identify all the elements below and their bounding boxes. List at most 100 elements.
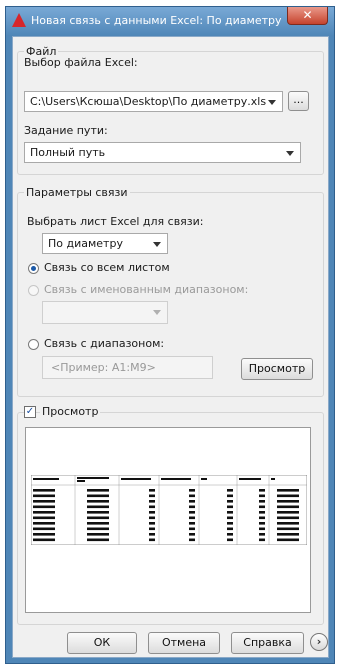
path-type-value: Полный путь bbox=[30, 146, 106, 159]
preview-cell bbox=[149, 500, 155, 503]
preview-cell bbox=[189, 511, 195, 514]
named-range-combo[interactable] bbox=[42, 301, 168, 324]
preview-cell bbox=[189, 500, 195, 503]
expand-arrow-icon[interactable]: › bbox=[310, 633, 328, 651]
preview-cell bbox=[33, 516, 55, 520]
range-preview-button[interactable]: Просмотр bbox=[241, 358, 313, 380]
preview-checkbox[interactable]: ✓ bbox=[24, 406, 36, 418]
preview-cell bbox=[259, 511, 265, 514]
preview-cell bbox=[227, 500, 233, 503]
preview-cell bbox=[277, 533, 299, 536]
preview-cell bbox=[189, 522, 195, 525]
preview-cell bbox=[227, 511, 233, 514]
file-path-value: C:\Users\Ксюша\Desktop\По диаметру.xls bbox=[30, 95, 267, 108]
window-title: Новая связь с данными Excel: По диаметру bbox=[31, 14, 282, 27]
preview-cell bbox=[259, 527, 265, 531]
preview-cell bbox=[227, 494, 233, 498]
preview-cell bbox=[33, 511, 55, 514]
preview-cell bbox=[149, 522, 155, 525]
preview-cell bbox=[189, 505, 195, 509]
preview-cell bbox=[277, 538, 299, 542]
sheet-combo[interactable]: По диаметру bbox=[42, 233, 168, 254]
preview-cell bbox=[87, 505, 109, 509]
link-params-legend: Параметры связи bbox=[24, 186, 130, 199]
preview-cell bbox=[227, 505, 233, 509]
preview-cell bbox=[189, 538, 195, 542]
preview-cell bbox=[149, 538, 155, 542]
range-input[interactable]: <Пример: A1:M9> bbox=[42, 356, 213, 379]
preview-cell bbox=[227, 538, 233, 542]
help-button[interactable]: Справка bbox=[231, 632, 304, 654]
close-button[interactable]: ✕ bbox=[287, 7, 328, 25]
preview-cell bbox=[189, 533, 195, 536]
preview-checkbox-label[interactable]: Просмотр bbox=[40, 405, 101, 418]
preview-cell bbox=[189, 494, 195, 498]
whole-sheet-label[interactable]: Связь со всем листом bbox=[44, 261, 170, 274]
preview-cell bbox=[149, 516, 155, 520]
preview-cell bbox=[227, 522, 233, 525]
dialog-window: Новая связь с данными Excel: По диаметру… bbox=[5, 6, 335, 664]
cancel-button[interactable]: Отмена bbox=[148, 632, 220, 654]
named-range-label[interactable]: Связь с именованным диапазоном: bbox=[44, 283, 248, 296]
preview-cell bbox=[259, 522, 265, 525]
preview-cell bbox=[227, 527, 233, 531]
preview-cell bbox=[259, 516, 265, 520]
preview-cell bbox=[33, 489, 55, 492]
preview-cell bbox=[149, 511, 155, 514]
preview-cell bbox=[87, 533, 109, 536]
preview-cell bbox=[87, 527, 109, 531]
ok-button[interactable]: ОК bbox=[67, 632, 137, 654]
autocad-app-icon bbox=[12, 13, 26, 27]
preview-cell bbox=[87, 494, 109, 498]
preview-cell bbox=[87, 522, 109, 525]
chevron-down-icon[interactable] bbox=[268, 100, 276, 105]
sheet-select-label: Выбрать лист Excel для связи: bbox=[27, 215, 204, 228]
range-placeholder: <Пример: A1:M9> bbox=[51, 361, 156, 374]
preview-cell bbox=[33, 522, 55, 525]
preview-cell bbox=[87, 538, 109, 542]
preview-cell bbox=[149, 533, 155, 536]
preview-cell bbox=[277, 494, 299, 498]
range-radio[interactable] bbox=[28, 339, 39, 350]
preview-cell bbox=[149, 505, 155, 509]
preview-cell bbox=[149, 527, 155, 531]
whole-sheet-radio[interactable] bbox=[28, 263, 39, 274]
preview-cell bbox=[33, 505, 55, 509]
preview-cell bbox=[87, 500, 109, 503]
preview-group: ✓ Просмотр bbox=[17, 405, 324, 625]
preview-cell bbox=[227, 489, 233, 492]
sheet-value: По диаметру bbox=[48, 237, 123, 250]
title-bar: Новая связь с данными Excel: По диаметру… bbox=[6, 7, 334, 36]
preview-cell bbox=[33, 527, 55, 531]
path-type-label: Задание пути: bbox=[24, 124, 108, 137]
file-path-combo[interactable]: C:\Users\Ксюша\Desktop\По диаметру.xls bbox=[24, 91, 283, 112]
preview-cell bbox=[189, 527, 195, 531]
preview-cell bbox=[33, 494, 55, 498]
file-group: Файл Выбор файла Excel: C:\Users\Ксюша\D… bbox=[17, 45, 324, 175]
preview-cell bbox=[33, 538, 55, 542]
preview-cell bbox=[277, 500, 299, 503]
path-type-combo[interactable]: Полный путь bbox=[24, 142, 301, 163]
dialog-client-area: Файл Выбор файла Excel: C:\Users\Ксюша\D… bbox=[12, 36, 329, 658]
named-range-radio[interactable] bbox=[28, 285, 39, 296]
chevron-down-icon[interactable] bbox=[153, 310, 161, 315]
preview-cell bbox=[227, 516, 233, 520]
select-file-label: Выбор файла Excel: bbox=[24, 56, 138, 69]
chevron-down-icon[interactable] bbox=[153, 242, 161, 247]
preview-cell bbox=[277, 522, 299, 525]
preview-cell bbox=[227, 533, 233, 536]
chevron-down-icon[interactable] bbox=[286, 151, 294, 156]
browse-button[interactable]: ... bbox=[288, 91, 309, 111]
preview-cell bbox=[149, 489, 155, 492]
preview-cell bbox=[277, 505, 299, 509]
preview-cell bbox=[259, 538, 265, 542]
preview-cell bbox=[87, 511, 109, 514]
preview-cell bbox=[259, 494, 265, 498]
preview-cell bbox=[33, 533, 55, 536]
preview-cell bbox=[277, 527, 299, 531]
link-params-group: Параметры связи Выбрать лист Excel для с… bbox=[17, 186, 324, 397]
preview-cell bbox=[259, 489, 265, 492]
preview-cell bbox=[259, 505, 265, 509]
preview-cell bbox=[189, 489, 195, 492]
range-label[interactable]: Связь с диапазоном: bbox=[44, 337, 164, 350]
